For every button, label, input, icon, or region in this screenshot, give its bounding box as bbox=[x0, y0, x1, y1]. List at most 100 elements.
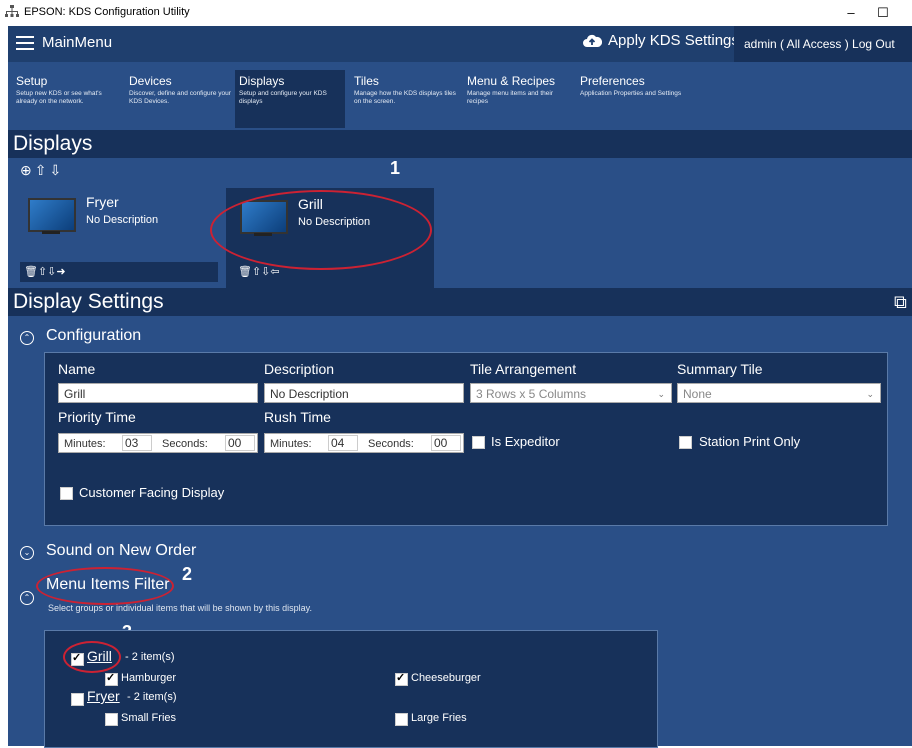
import-display-icon[interactable]: ⇩ bbox=[49, 162, 64, 178]
rush-time-label: Rush Time bbox=[264, 409, 331, 425]
monitor-stand bbox=[42, 231, 60, 234]
rush-seconds-input[interactable]: 00 bbox=[431, 435, 461, 451]
fryer-card-toolbar[interactable]: 🗑⇧⇩➜ bbox=[20, 262, 218, 282]
name-label: Name bbox=[58, 361, 96, 377]
tile-arrangement-select[interactable]: 3 Rows x 5 Columns ⌄ bbox=[470, 383, 672, 403]
minutes-label: Minutes: bbox=[64, 438, 106, 450]
nav-item-devices[interactable]: Devices Discover, define and configure y… bbox=[125, 74, 235, 126]
sound-heading: Sound on New Order bbox=[46, 542, 197, 559]
station-print-only-label: Station Print Only bbox=[699, 434, 801, 449]
apply-label: Apply KDS Settings bbox=[608, 32, 739, 49]
nav-item-displays[interactable]: Displays Setup and configure your KDS di… bbox=[235, 70, 345, 128]
description-label: Description bbox=[264, 361, 335, 377]
window-left-edge bbox=[0, 26, 8, 746]
display-description: No Description bbox=[86, 214, 159, 226]
copy-icon[interactable]: ⧉ bbox=[894, 292, 907, 313]
item-hamburger-label: Hamburger bbox=[121, 672, 177, 684]
display-settings-header: Display Settings bbox=[8, 288, 912, 316]
customer-facing-label: Customer Facing Display bbox=[79, 485, 225, 500]
group-grill-count: - 2 item(s) bbox=[125, 651, 175, 663]
summary-tile-label: Summary Tile bbox=[677, 361, 763, 377]
annotation-circle-3 bbox=[63, 641, 121, 673]
expand-sound-icon[interactable]: ⌄ bbox=[20, 546, 34, 560]
item-cheeseburger-label: Cheeseburger bbox=[411, 672, 481, 684]
priority-minutes-input[interactable]: 03 bbox=[122, 435, 152, 451]
top-bar: MainMenu Apply KDS Settings admin ( All … bbox=[8, 26, 912, 62]
menu-filter-note: Select groups or individual items that w… bbox=[48, 603, 312, 613]
annotation-label-1: 1 bbox=[390, 158, 401, 178]
minutes-label: Minutes: bbox=[270, 438, 312, 450]
nav-desc: Manage menu items and their recipes bbox=[467, 90, 553, 105]
tile-arrangement-label: Tile Arrangement bbox=[470, 361, 577, 377]
priority-seconds-input[interactable]: 00 bbox=[225, 435, 255, 451]
is-expeditor-checkbox[interactable] bbox=[472, 436, 485, 449]
is-expeditor-label: Is Expeditor bbox=[491, 434, 560, 449]
main-menu-button[interactable]: MainMenu bbox=[42, 34, 112, 51]
nav-title: Tiles bbox=[354, 74, 379, 88]
window-title: EPSON: KDS Configuration Utility bbox=[24, 6, 190, 18]
nav-item-setup[interactable]: Setup Setup new KDS or see what's alread… bbox=[12, 74, 122, 126]
group-fryer-count: - 2 item(s) bbox=[127, 691, 177, 703]
displays-toolbar: ⊕⇧⇩ bbox=[20, 162, 64, 179]
nav-title: Setup bbox=[16, 74, 48, 88]
configuration-panel: Name Description Tile Arrangement Summar… bbox=[44, 352, 888, 526]
annotation-circle-1 bbox=[210, 190, 432, 270]
nav-item-preferences[interactable]: Preferences Application Properties and S… bbox=[576, 74, 686, 126]
export-display-icon[interactable]: ⇧ bbox=[35, 162, 50, 178]
annotation-circle-2 bbox=[36, 567, 174, 605]
seconds-label: Seconds: bbox=[162, 438, 208, 450]
item-small-fries-label: Small Fries bbox=[121, 712, 177, 724]
nav-title: Menu & Recipes bbox=[467, 74, 556, 88]
window-titlebar: EPSON: KDS Configuration Utility – ☐ bbox=[0, 0, 912, 26]
collapse-menu-filter-icon[interactable]: ⌃ bbox=[20, 591, 34, 605]
chevron-down-icon: ⌄ bbox=[657, 389, 665, 399]
nav-desc: Setup and configure your KDS displays bbox=[239, 90, 327, 105]
nav-title: Devices bbox=[129, 74, 172, 88]
maximize-button[interactable]: ☐ bbox=[868, 3, 898, 23]
annotation-label-2: 2 bbox=[182, 564, 193, 584]
name-input[interactable]: Grill bbox=[58, 383, 258, 403]
rush-time-input: Minutes: 04 Seconds: 00 bbox=[264, 433, 464, 453]
item-large-fries-checkbox[interactable] bbox=[395, 713, 408, 726]
item-small-fries-checkbox[interactable] bbox=[105, 713, 118, 726]
main-nav: Setup Setup new KDS or see what's alread… bbox=[8, 62, 912, 130]
chevron-down-icon: ⌄ bbox=[866, 389, 874, 399]
displays-header: Displays bbox=[8, 130, 912, 158]
priority-time-label: Priority Time bbox=[58, 409, 136, 425]
rush-minutes-input[interactable]: 04 bbox=[328, 435, 358, 451]
user-logout-area[interactable]: admin ( All Access ) Log Out bbox=[734, 26, 912, 62]
collapse-configuration-icon[interactable]: ⌃ bbox=[20, 331, 34, 345]
customer-facing-checkbox[interactable] bbox=[60, 487, 73, 500]
summary-tile-select[interactable]: None ⌄ bbox=[677, 383, 881, 403]
seconds-label: Seconds: bbox=[368, 438, 414, 450]
nav-item-menu-recipes[interactable]: Menu & Recipes Manage menu items and the… bbox=[463, 74, 573, 126]
group-fryer-checkbox[interactable] bbox=[71, 693, 84, 706]
item-cheeseburger-checkbox[interactable] bbox=[395, 671, 408, 686]
nav-desc: Discover, define and configure your KDS … bbox=[129, 90, 231, 105]
nav-title: Preferences bbox=[580, 74, 645, 88]
apply-kds-settings-button[interactable]: Apply KDS Settings bbox=[582, 32, 739, 49]
menu-items-filter-panel: Grill - 2 item(s) Hamburger Cheeseburger… bbox=[44, 630, 658, 748]
cloud-upload-icon bbox=[583, 34, 603, 47]
nav-desc: Application Properties and Settings bbox=[580, 90, 682, 97]
hamburger-icon[interactable] bbox=[16, 36, 34, 52]
group-fryer-label[interactable]: Fryer bbox=[87, 688, 120, 704]
item-hamburger-checkbox[interactable] bbox=[105, 671, 118, 686]
item-large-fries-label: Large Fries bbox=[411, 712, 467, 724]
nav-desc: Manage how the KDS displays tiles on the… bbox=[354, 90, 456, 105]
app-body: MainMenu Apply KDS Settings admin ( All … bbox=[8, 26, 912, 748]
station-print-only-checkbox[interactable] bbox=[679, 436, 692, 449]
description-input[interactable]: No Description bbox=[264, 383, 464, 403]
nav-title: Displays bbox=[239, 74, 285, 88]
nav-desc: Setup new KDS or see what's already on t… bbox=[16, 90, 102, 105]
app-network-icon bbox=[5, 5, 19, 17]
display-name: Fryer bbox=[86, 194, 119, 210]
summary-tile-value: None bbox=[683, 387, 712, 401]
priority-time-input: Minutes: 03 Seconds: 00 bbox=[58, 433, 258, 453]
tile-arrangement-value: 3 Rows x 5 Columns bbox=[476, 387, 587, 401]
configuration-heading: Configuration bbox=[46, 327, 142, 344]
nav-item-tiles[interactable]: Tiles Manage how the KDS displays tiles … bbox=[350, 74, 460, 126]
add-display-icon[interactable]: ⊕ bbox=[20, 162, 35, 178]
monitor-icon bbox=[28, 198, 76, 232]
minimize-button[interactable]: – bbox=[836, 3, 866, 23]
